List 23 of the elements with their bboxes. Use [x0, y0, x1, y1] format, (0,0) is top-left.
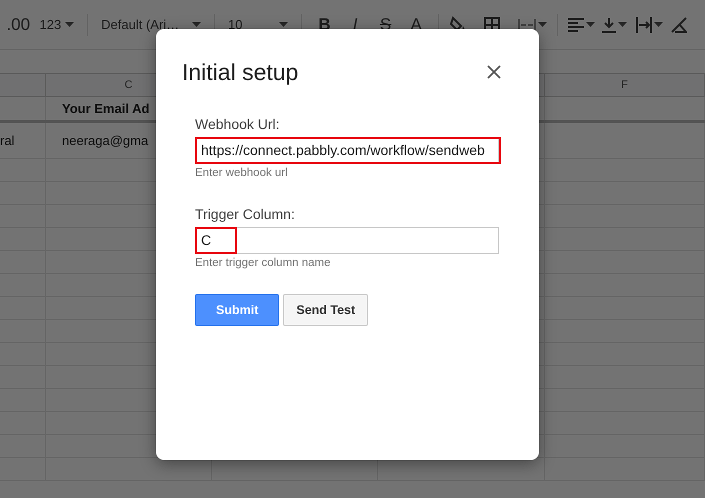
- table-cell: ral: [0, 123, 46, 158]
- column-header[interactable]: F: [545, 74, 705, 96]
- slanted-text-icon[interactable]: [670, 16, 687, 32]
- dropdown-value[interactable]: Default (Ari…: [101, 14, 180, 34]
- format-label[interactable]: 123: [40, 14, 62, 34]
- field-label: Trigger Column:: [195, 204, 296, 224]
- caret-icon: [538, 22, 547, 27]
- caret-icon: [586, 22, 595, 27]
- merge-icon[interactable]: [518, 18, 536, 32]
- caret-icon: [654, 22, 664, 27]
- arrow-icon[interactable]: [636, 16, 652, 32]
- caret-icon: [618, 22, 628, 27]
- caret-icon: [279, 22, 288, 27]
- submit-button[interactable]: Submit: [195, 294, 280, 326]
- caret-icon: [192, 22, 202, 27]
- helper-text: Enter trigger column name: [195, 256, 332, 271]
- decimal-label[interactable]: .00: [6, 12, 31, 38]
- send-test-button[interactable]: Send Test: [283, 294, 368, 326]
- align-left-icon[interactable]: [568, 18, 584, 32]
- helper-text: Enter webhook url: [195, 166, 289, 180]
- close-icon[interactable]: [487, 65, 501, 80]
- down-arrow-icon[interactable]: [602, 16, 616, 32]
- caret-icon: [65, 22, 74, 27]
